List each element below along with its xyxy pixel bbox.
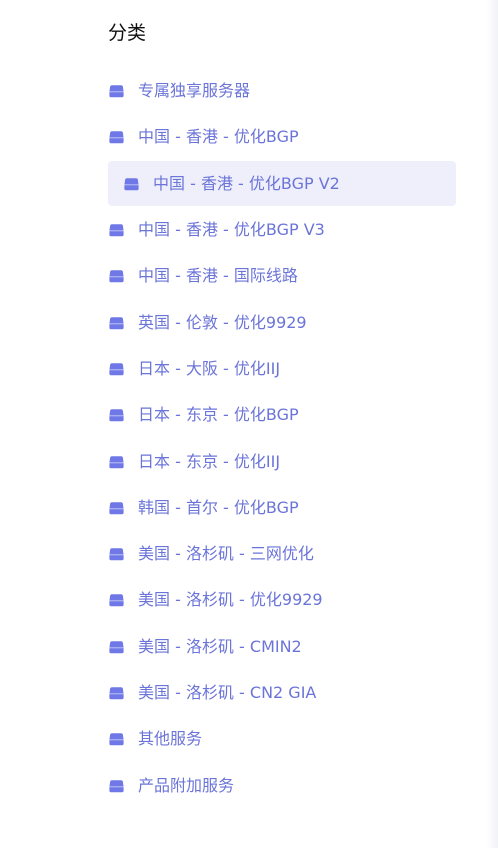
category-list: 专属独享服务器中国 - 香港 - 优化BGP 中国 - 香港 - 优化BGP V2… (108, 68, 456, 809)
folder-icon (108, 686, 124, 700)
category-label: 日本 - 东京 - 优化IIJ (138, 451, 281, 471)
folder-icon (108, 779, 124, 793)
category-item[interactable]: 日本 - 东京 - 优化BGP (108, 392, 456, 438)
category-item[interactable]: 专属独享服务器 (108, 68, 456, 114)
category-item[interactable]: 中国 - 香港 - 优化BGP (108, 114, 456, 160)
category-label: 日本 - 大阪 - 优化IIJ (138, 358, 281, 378)
category-label: 美国 - 洛杉矶 - CMIN2 (138, 636, 302, 656)
category-label: 美国 - 洛杉矶 - 优化9929 (138, 590, 323, 610)
folder-icon (108, 362, 124, 376)
category-label: 中国 - 香港 - 优化BGP V2 (153, 173, 340, 193)
section-title: 分类 (108, 22, 147, 44)
category-item[interactable]: 美国 - 洛杉矶 - 三网优化 (108, 531, 456, 577)
category-item[interactable]: 美国 - 洛杉矶 - 优化9929 (108, 577, 456, 623)
folder-icon (108, 455, 124, 469)
category-label: 英国 - 伦敦 - 优化9929 (138, 312, 307, 332)
folder-icon (108, 640, 124, 654)
category-label: 专属独享服务器 (138, 81, 251, 101)
category-item-active[interactable]: 中国 - 香港 - 优化BGP V2 (108, 161, 456, 207)
category-item[interactable]: 美国 - 洛杉矶 - CN2 GIA (108, 670, 456, 716)
category-label: 日本 - 东京 - 优化BGP (138, 405, 299, 425)
folder-icon (108, 732, 124, 746)
category-item[interactable]: 日本 - 东京 - 优化IIJ (108, 438, 456, 484)
folder-icon (123, 177, 139, 191)
folder-icon (108, 547, 124, 561)
category-item[interactable]: 韩国 - 首尔 - 优化BGP (108, 485, 456, 531)
category-label: 其他服务 (138, 729, 203, 749)
category-label: 中国 - 香港 - 国际线路 (138, 266, 298, 286)
folder-icon (108, 84, 124, 98)
category-item[interactable]: 美国 - 洛杉矶 - CMIN2 (108, 624, 456, 670)
category-item[interactable]: 日本 - 大阪 - 优化IIJ (108, 346, 456, 392)
folder-icon (108, 501, 124, 515)
category-item[interactable]: 中国 - 香港 - 优化BGP V3 (108, 207, 456, 253)
folder-icon (108, 130, 124, 144)
category-item[interactable]: 中国 - 香港 - 国际线路 (108, 253, 456, 299)
folder-icon (108, 408, 124, 422)
category-item[interactable]: 其他服务 (108, 716, 456, 762)
category-label: 中国 - 香港 - 优化BGP V3 (138, 220, 325, 240)
category-label: 美国 - 洛杉矶 - 三网优化 (138, 544, 314, 564)
category-label: 产品附加服务 (138, 775, 235, 795)
category-item[interactable]: 英国 - 伦敦 - 优化9929 (108, 299, 456, 345)
folder-icon (108, 269, 124, 283)
category-label: 韩国 - 首尔 - 优化BGP (138, 497, 299, 517)
folder-icon (108, 316, 124, 330)
category-label: 美国 - 洛杉矶 - CN2 GIA (138, 683, 317, 702)
category-label: 中国 - 香港 - 优化BGP (138, 127, 299, 147)
panel-edge-shadow (486, 0, 498, 848)
folder-icon (108, 223, 124, 237)
folder-icon (108, 593, 124, 607)
category-item[interactable]: 产品附加服务 (108, 762, 456, 808)
